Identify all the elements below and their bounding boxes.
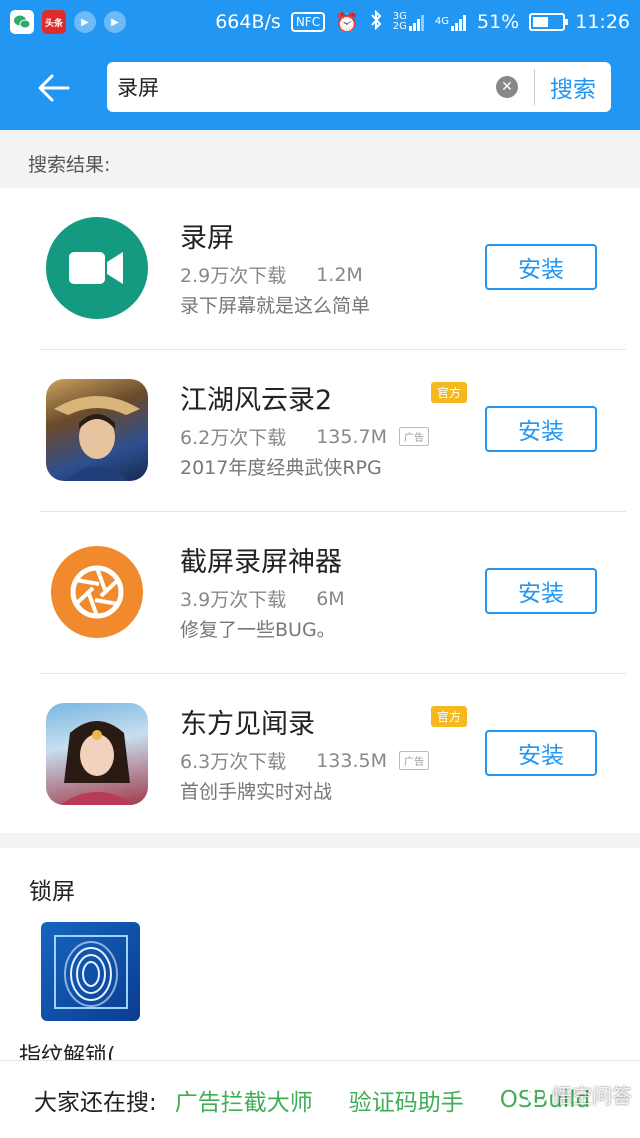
app-meta: 2.9万次下载 1.2M xyxy=(180,261,363,288)
aperture-icon xyxy=(51,546,143,638)
hot-search-link[interactable]: 验证码助手 xyxy=(349,1083,464,1117)
app-row[interactable]: 截屏录屏神器 3.9万次下载 6M 修复了一些BUG。 安装 xyxy=(0,512,640,674)
app-downloads: 3.9万次下载 xyxy=(180,589,287,611)
nfc-icon: NFC xyxy=(290,12,326,32)
app-meta: 6.3万次下载 133.5M 广告 xyxy=(180,747,430,774)
app-row[interactable]: 录屏 2.9万次下载 1.2M 录下屏幕就是这么简单 安装 xyxy=(0,188,640,350)
watermark: 悟空问答 xyxy=(526,1080,632,1109)
clear-icon[interactable]: ✕ xyxy=(496,76,518,98)
bluetooth-icon xyxy=(369,9,383,35)
battery-percent: 51% xyxy=(477,11,520,33)
app-size: 1.2M xyxy=(316,263,363,286)
related-section: 锁屏 指纹解锁( xyxy=(0,848,640,1069)
app-description: 2017年度经典武侠RPG xyxy=(180,457,382,479)
game-warrior-icon xyxy=(46,379,148,481)
ad-tag: 广告 xyxy=(399,751,430,770)
notification-icon: ▶ xyxy=(74,11,96,33)
battery-icon xyxy=(529,13,569,31)
net-speed: 664B/s xyxy=(215,11,281,33)
video-camera-icon xyxy=(46,217,148,319)
app-size: 6M xyxy=(316,587,345,610)
app-meta: 3.9万次下载 6M xyxy=(180,585,345,612)
install-button[interactable]: 安装 xyxy=(485,244,597,290)
results-list: 录屏 2.9万次下载 1.2M 录下屏幕就是这么简单 安装 江湖风云录2 官方 … xyxy=(0,188,640,833)
hot-search-link[interactable]: 广告拦截大师 xyxy=(175,1083,313,1117)
install-button[interactable]: 安装 xyxy=(485,730,597,776)
app-row[interactable]: 江湖风云录2 官方 6.2万次下载 135.7M 广告 2017年度经典武侠RP… xyxy=(0,350,640,512)
fingerprint-icon[interactable] xyxy=(41,922,140,1021)
back-arrow-icon[interactable] xyxy=(34,68,74,108)
app-name: 东方见闻录 xyxy=(180,709,315,740)
app-description: 首创手牌实时对战 xyxy=(180,781,333,803)
wechat-icon xyxy=(10,10,34,34)
app-downloads: 2.9万次下载 xyxy=(180,265,287,287)
app-description: 录下屏幕就是这么简单 xyxy=(180,295,371,317)
install-button[interactable]: 安装 xyxy=(485,568,597,614)
official-badge: 官方 xyxy=(431,382,468,403)
ad-tag: 广告 xyxy=(399,427,430,446)
app-meta: 6.2万次下载 135.7M 广告 xyxy=(180,423,430,450)
search-box: ✕ 搜索 xyxy=(107,62,611,112)
app-name: 江湖风云录2 xyxy=(180,385,333,416)
alarm-icon: ⏰ xyxy=(335,11,359,34)
search-input[interactable] xyxy=(107,62,496,112)
game-heroine-icon xyxy=(46,703,148,805)
hot-search-label: 大家还在搜: xyxy=(34,1089,157,1116)
signal-icon: 4G xyxy=(435,13,467,31)
search-button[interactable]: 搜索 xyxy=(535,70,611,104)
app-description: 修复了一些BUG。 xyxy=(180,619,336,641)
notification-icon: ▶ xyxy=(104,11,126,33)
app-name: 截屏录屏神器 xyxy=(180,547,342,578)
official-badge: 官方 xyxy=(431,706,468,727)
search-header: ✕ 搜索 xyxy=(0,44,640,130)
app-size: 133.5M xyxy=(316,749,388,772)
app-downloads: 6.2万次下载 xyxy=(180,427,287,449)
status-bar: 头条 ▶ ▶ 664B/s NFC ⏰ 3G 2G 4G 51% 11:26 xyxy=(0,0,640,44)
results-label: 搜索结果: xyxy=(28,154,111,176)
app-name: 录屏 xyxy=(180,223,234,254)
app-row[interactable]: 东方见闻录 官方 6.3万次下载 133.5M 广告 首创手牌实时对战 安装 xyxy=(0,674,640,836)
app-downloads: 6.3万次下载 xyxy=(180,751,287,773)
install-button[interactable]: 安装 xyxy=(485,406,597,452)
signal-icon: 3G 2G xyxy=(393,12,425,32)
section-title: 锁屏 xyxy=(29,879,75,905)
toutiao-icon: 头条 xyxy=(42,10,66,34)
clock: 11:26 xyxy=(575,11,630,33)
watermark-logo-icon xyxy=(527,1084,547,1105)
app-size: 135.7M xyxy=(316,425,388,448)
